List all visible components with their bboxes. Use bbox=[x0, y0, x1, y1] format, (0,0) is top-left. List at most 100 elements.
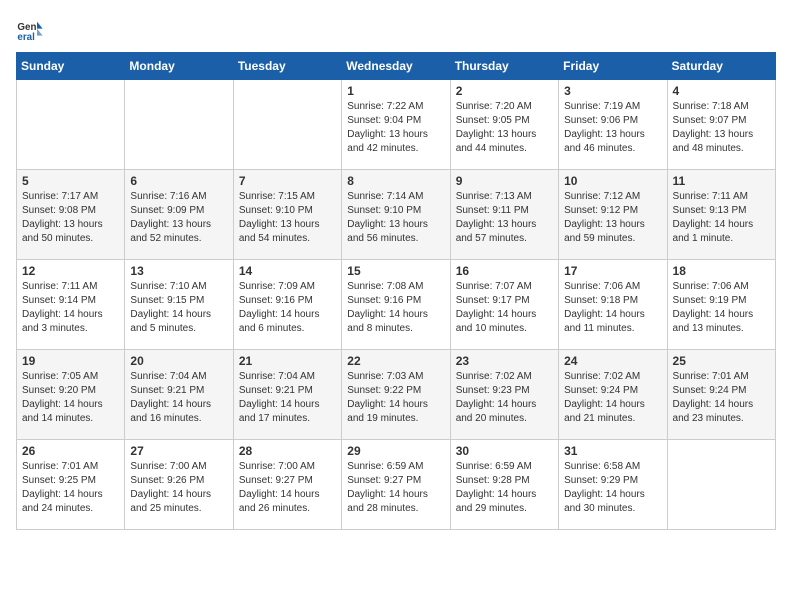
day-number: 19 bbox=[22, 354, 119, 368]
cell-text: and 10 minutes. bbox=[456, 322, 553, 336]
header-tuesday: Tuesday bbox=[233, 53, 341, 80]
cell-text: Daylight: 14 hours bbox=[130, 488, 227, 502]
cell-text: and 42 minutes. bbox=[347, 142, 444, 156]
cell-text: Sunset: 9:05 PM bbox=[456, 114, 553, 128]
cell-text: Sunrise: 7:17 AM bbox=[22, 190, 119, 204]
day-number: 10 bbox=[564, 174, 661, 188]
cell-text: Sunset: 9:09 PM bbox=[130, 204, 227, 218]
day-number: 11 bbox=[673, 174, 770, 188]
calendar-cell: 7Sunrise: 7:15 AMSunset: 9:10 PMDaylight… bbox=[233, 170, 341, 260]
cell-text: and 21 minutes. bbox=[564, 412, 661, 426]
calendar-cell: 10Sunrise: 7:12 AMSunset: 9:12 PMDayligh… bbox=[559, 170, 667, 260]
calendar-cell: 29Sunrise: 6:59 AMSunset: 9:27 PMDayligh… bbox=[342, 440, 450, 530]
cell-text: Sunrise: 7:01 AM bbox=[22, 460, 119, 474]
cell-text: Sunset: 9:23 PM bbox=[456, 384, 553, 398]
cell-text: and 20 minutes. bbox=[456, 412, 553, 426]
calendar-cell: 18Sunrise: 7:06 AMSunset: 9:19 PMDayligh… bbox=[667, 260, 775, 350]
cell-text: Daylight: 14 hours bbox=[456, 488, 553, 502]
day-number: 30 bbox=[456, 444, 553, 458]
cell-text: and 14 minutes. bbox=[22, 412, 119, 426]
header-saturday: Saturday bbox=[667, 53, 775, 80]
cell-text: Sunset: 9:27 PM bbox=[239, 474, 336, 488]
cell-text: Sunset: 9:10 PM bbox=[347, 204, 444, 218]
day-number: 4 bbox=[673, 84, 770, 98]
cell-text: Sunset: 9:26 PM bbox=[130, 474, 227, 488]
cell-text: Daylight: 14 hours bbox=[564, 398, 661, 412]
day-number: 25 bbox=[673, 354, 770, 368]
cell-text: Daylight: 14 hours bbox=[239, 308, 336, 322]
cell-text: Sunrise: 7:01 AM bbox=[673, 370, 770, 384]
cell-text: and 19 minutes. bbox=[347, 412, 444, 426]
cell-text: Sunset: 9:21 PM bbox=[239, 384, 336, 398]
cell-text: Daylight: 14 hours bbox=[130, 398, 227, 412]
cell-text: Daylight: 13 hours bbox=[130, 218, 227, 232]
cell-text: Sunset: 9:11 PM bbox=[456, 204, 553, 218]
cell-text: and 56 minutes. bbox=[347, 232, 444, 246]
calendar-cell: 17Sunrise: 7:06 AMSunset: 9:18 PMDayligh… bbox=[559, 260, 667, 350]
cell-text: and 8 minutes. bbox=[347, 322, 444, 336]
cell-text: Sunset: 9:20 PM bbox=[22, 384, 119, 398]
cell-text: and 25 minutes. bbox=[130, 502, 227, 516]
cell-text: and 16 minutes. bbox=[130, 412, 227, 426]
cell-text: Sunrise: 7:07 AM bbox=[456, 280, 553, 294]
cell-text: Sunrise: 7:18 AM bbox=[673, 100, 770, 114]
cell-text: Daylight: 14 hours bbox=[673, 308, 770, 322]
cell-text: Sunrise: 7:10 AM bbox=[130, 280, 227, 294]
calendar-week-row: 19Sunrise: 7:05 AMSunset: 9:20 PMDayligh… bbox=[17, 350, 776, 440]
calendar-week-row: 12Sunrise: 7:11 AMSunset: 9:14 PMDayligh… bbox=[17, 260, 776, 350]
cell-text: Sunset: 9:22 PM bbox=[347, 384, 444, 398]
cell-text: and 28 minutes. bbox=[347, 502, 444, 516]
cell-text: and 1 minute. bbox=[673, 232, 770, 246]
cell-text: and 54 minutes. bbox=[239, 232, 336, 246]
day-number: 18 bbox=[673, 264, 770, 278]
cell-text: and 3 minutes. bbox=[22, 322, 119, 336]
cell-text: Sunrise: 7:00 AM bbox=[130, 460, 227, 474]
cell-text: Sunrise: 7:03 AM bbox=[347, 370, 444, 384]
calendar-cell: 3Sunrise: 7:19 AMSunset: 9:06 PMDaylight… bbox=[559, 80, 667, 170]
day-number: 16 bbox=[456, 264, 553, 278]
cell-text: Sunset: 9:25 PM bbox=[22, 474, 119, 488]
day-number: 12 bbox=[22, 264, 119, 278]
cell-text: Sunset: 9:06 PM bbox=[564, 114, 661, 128]
day-number: 31 bbox=[564, 444, 661, 458]
calendar-week-row: 5Sunrise: 7:17 AMSunset: 9:08 PMDaylight… bbox=[17, 170, 776, 260]
calendar-cell bbox=[667, 440, 775, 530]
cell-text: Daylight: 14 hours bbox=[22, 308, 119, 322]
calendar-cell: 24Sunrise: 7:02 AMSunset: 9:24 PMDayligh… bbox=[559, 350, 667, 440]
cell-text: Sunrise: 7:05 AM bbox=[22, 370, 119, 384]
calendar-cell: 16Sunrise: 7:07 AMSunset: 9:17 PMDayligh… bbox=[450, 260, 558, 350]
day-number: 2 bbox=[456, 84, 553, 98]
cell-text: Sunset: 9:21 PM bbox=[130, 384, 227, 398]
calendar-cell: 13Sunrise: 7:10 AMSunset: 9:15 PMDayligh… bbox=[125, 260, 233, 350]
cell-text: Sunrise: 7:02 AM bbox=[456, 370, 553, 384]
calendar-cell: 31Sunrise: 6:58 AMSunset: 9:29 PMDayligh… bbox=[559, 440, 667, 530]
cell-text: Sunrise: 7:19 AM bbox=[564, 100, 661, 114]
cell-text: Daylight: 14 hours bbox=[564, 308, 661, 322]
cell-text: and 5 minutes. bbox=[130, 322, 227, 336]
calendar-cell: 2Sunrise: 7:20 AMSunset: 9:05 PMDaylight… bbox=[450, 80, 558, 170]
cell-text: Sunrise: 7:06 AM bbox=[673, 280, 770, 294]
cell-text: Sunset: 9:13 PM bbox=[673, 204, 770, 218]
cell-text: Daylight: 14 hours bbox=[22, 488, 119, 502]
calendar-cell bbox=[17, 80, 125, 170]
header-friday: Friday bbox=[559, 53, 667, 80]
cell-text: Sunrise: 7:14 AM bbox=[347, 190, 444, 204]
day-number: 7 bbox=[239, 174, 336, 188]
cell-text: Daylight: 14 hours bbox=[456, 308, 553, 322]
day-number: 28 bbox=[239, 444, 336, 458]
day-number: 29 bbox=[347, 444, 444, 458]
cell-text: Sunset: 9:16 PM bbox=[239, 294, 336, 308]
calendar-cell: 1Sunrise: 7:22 AMSunset: 9:04 PMDaylight… bbox=[342, 80, 450, 170]
calendar-table: SundayMondayTuesdayWednesdayThursdayFrid… bbox=[16, 52, 776, 530]
day-number: 27 bbox=[130, 444, 227, 458]
cell-text: Sunrise: 7:02 AM bbox=[564, 370, 661, 384]
day-number: 3 bbox=[564, 84, 661, 98]
day-number: 26 bbox=[22, 444, 119, 458]
cell-text: Daylight: 13 hours bbox=[673, 128, 770, 142]
cell-text: Sunrise: 7:08 AM bbox=[347, 280, 444, 294]
cell-text: Daylight: 14 hours bbox=[22, 398, 119, 412]
cell-text: and 11 minutes. bbox=[564, 322, 661, 336]
calendar-cell: 11Sunrise: 7:11 AMSunset: 9:13 PMDayligh… bbox=[667, 170, 775, 260]
cell-text: Sunrise: 7:00 AM bbox=[239, 460, 336, 474]
cell-text: Daylight: 13 hours bbox=[347, 128, 444, 142]
